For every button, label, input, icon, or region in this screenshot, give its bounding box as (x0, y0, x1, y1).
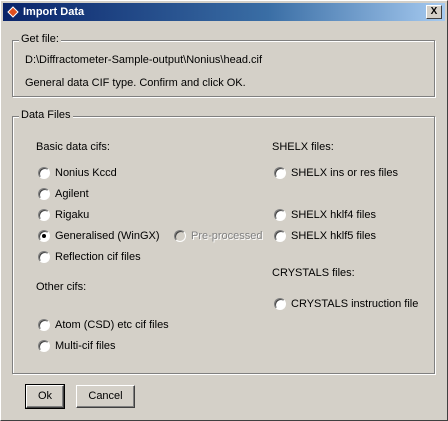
title-bar[interactable]: Import Data X (3, 3, 445, 21)
radio-button-icon (274, 167, 286, 179)
app-icon (7, 6, 19, 18)
other-cifs-heading: Other cifs: (36, 281, 87, 293)
import-data-dialog: Import Data X Get file: D:\Diffractomete… (0, 0, 448, 421)
basic-data-cifs-heading: Basic data cifs: (36, 141, 110, 153)
ok-button[interactable]: Ok (25, 384, 65, 409)
radio-button-icon (174, 230, 186, 242)
radio-button-icon (38, 209, 50, 221)
radio-button-icon (38, 167, 50, 179)
get-file-legend: Get file: (19, 33, 61, 45)
radio-button-icon (38, 188, 50, 200)
radio-button-icon (38, 251, 50, 263)
radio-button-checked-icon (38, 230, 50, 242)
close-icon: X (430, 6, 438, 17)
crystals-files-heading: CRYSTALS files: (272, 267, 355, 279)
get-file-group: Get file: D:\Diffractometer-Sample-outpu… (12, 33, 435, 97)
radio-button-icon (38, 340, 50, 352)
radio-button-icon (38, 319, 50, 331)
close-button[interactable]: X (426, 5, 442, 19)
cancel-button[interactable]: Cancel (76, 385, 135, 408)
radio-button-icon (274, 230, 286, 242)
shelx-files-heading: SHELX files: (272, 141, 334, 153)
file-type-message: General data CIF type. Confirm and click… (25, 77, 246, 89)
radio-button-icon (274, 298, 286, 310)
radio-button-icon (274, 209, 286, 221)
data-files-group: Data Files Basic data cifs: Nonius Kccd … (12, 109, 435, 374)
data-files-legend: Data Files (19, 109, 73, 121)
file-path: D:\Diffractometer-Sample-output\Nonius\h… (25, 54, 263, 66)
window-title: Import Data (23, 6, 85, 18)
